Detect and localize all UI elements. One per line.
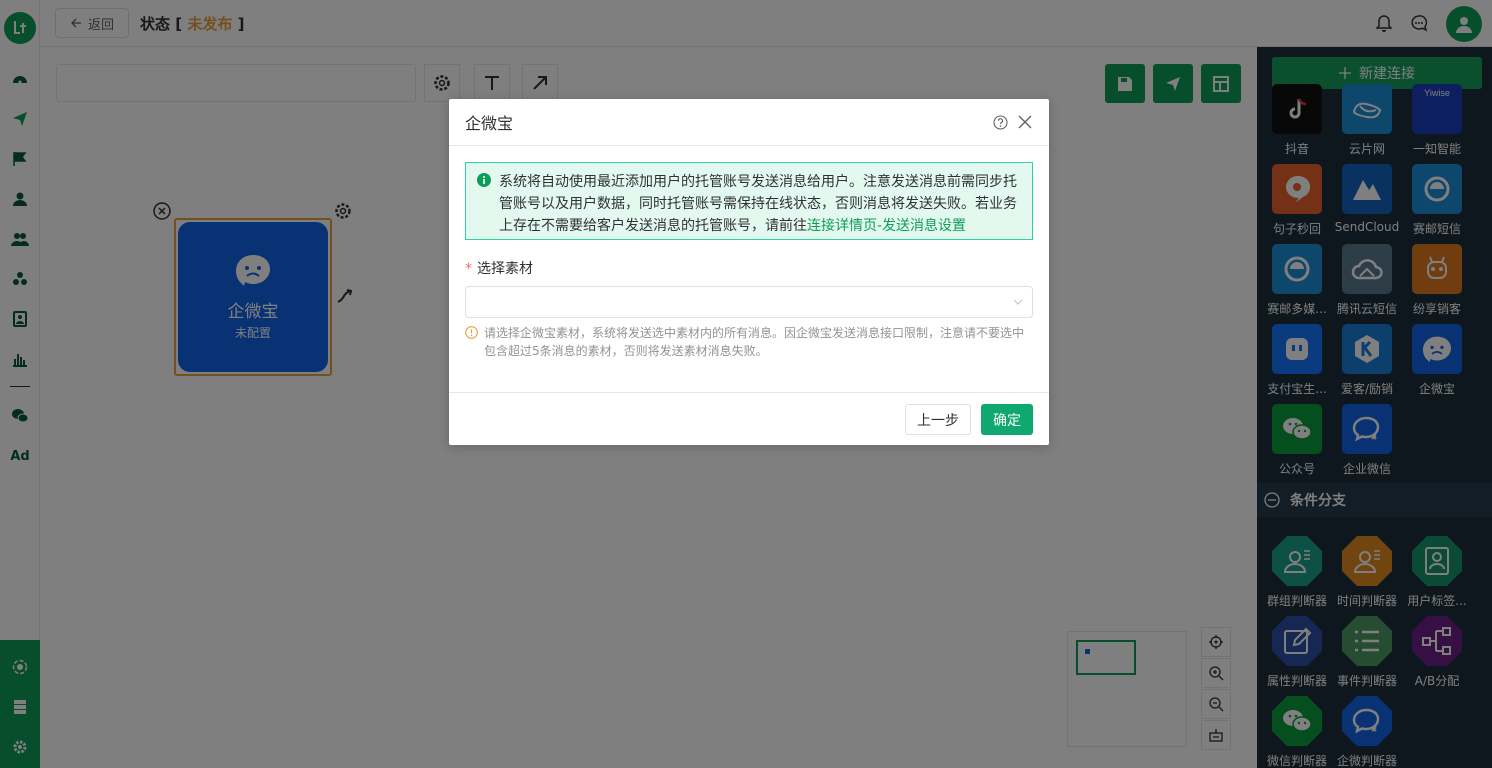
previous-step-button[interactable]: 上一步	[905, 404, 971, 435]
warning-circle-icon	[465, 326, 478, 339]
dialog-header: 企微宝	[449, 99, 1049, 146]
material-select-input[interactable]	[466, 287, 1032, 317]
dialog-footer: 上一步 确定	[449, 392, 1049, 445]
material-field-label: * 选择素材	[465, 258, 533, 278]
close-button[interactable]	[1017, 114, 1033, 130]
confirm-button[interactable]: 确定	[981, 404, 1033, 435]
hint-text: 请选择企微宝素材，系统将发送选中素材内的所有消息。因企微宝发送消息接口限制，注意…	[484, 326, 1025, 358]
send-settings-link[interactable]: 连接详情页-发送消息设置	[807, 218, 966, 234]
chevron-down-icon	[1013, 299, 1023, 305]
info-alert: 系统将自动使用最近添加用户的托管账号发送消息给用户。注意发送消息前需同步托管账号…	[465, 162, 1033, 240]
info-icon	[477, 173, 491, 187]
material-label-text: 选择素材	[477, 261, 533, 277]
dialog-title: 企微宝	[465, 114, 514, 133]
material-hint: 请选择企微宝素材，系统将发送选中素材内的所有消息。因企微宝发送消息接口限制，注意…	[465, 324, 1033, 360]
material-select[interactable]	[465, 286, 1033, 318]
required-mark: *	[465, 261, 472, 277]
help-button[interactable]	[993, 115, 1008, 130]
close-icon	[1018, 115, 1032, 129]
question-circle-icon	[993, 115, 1008, 130]
qiweibao-config-dialog: 企微宝 系统将自动使用最近添加用户的托管账号发送消息给用户。注意发送消息前需同步…	[449, 99, 1049, 445]
